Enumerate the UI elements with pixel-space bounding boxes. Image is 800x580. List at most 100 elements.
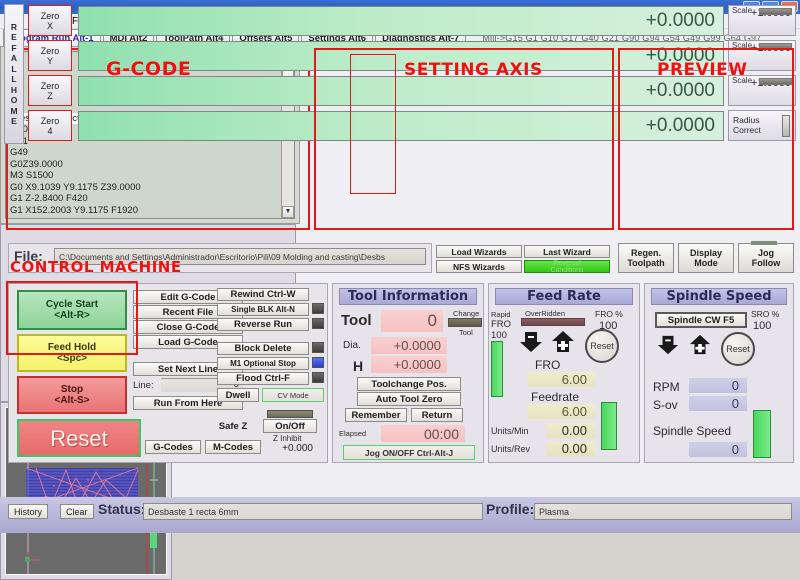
feed-hold-button[interactable]: Feed Hold <Spc>: [17, 334, 127, 372]
axis-annotation-label: SETTING AXIS: [404, 60, 543, 80]
change-tool-bottom-label: Tool: [459, 328, 473, 337]
last-wizard-button[interactable]: Last Wizard: [524, 245, 610, 258]
block-delete-button[interactable]: Block Delete: [217, 342, 309, 355]
tool-information-panel: Tool Information Tool 0 Change Tool Dia.…: [332, 283, 484, 463]
scale-slider-x[interactable]: [759, 8, 792, 15]
plus-house-icon[interactable]: [689, 334, 711, 356]
gcode-line[interactable]: G1 X152.2003 Y9.1175 F1920: [8, 205, 280, 217]
overridden-bar: [521, 318, 585, 326]
sov-label: S-ov: [653, 398, 678, 412]
spindle-speed-title: Spindle Speed: [651, 288, 787, 305]
dro-4[interactable]: +0.0000: [78, 111, 724, 141]
arrow-down-icon[interactable]: [657, 334, 679, 356]
block-delete-led: [312, 342, 324, 353]
zero-4-button[interactable]: Zero 4: [28, 110, 72, 141]
units-min-label: Units/Min: [491, 426, 529, 436]
rewind-button[interactable]: Rewind Ctrl-W: [217, 288, 309, 301]
gcode-line[interactable]: G0 X9.1039 Y9.1175 Z39.0000: [8, 182, 280, 194]
fro-value[interactable]: 6.00: [527, 372, 595, 387]
plus-house-icon[interactable]: [551, 330, 575, 354]
dia-label: Dia.: [343, 340, 361, 351]
jog-toggle-button[interactable]: Jog ON/OFF Ctrl-Alt-J: [343, 445, 475, 460]
feed-rate-panel: Feed Rate OverRidden FRO % 100 Rapid FRO…: [488, 283, 640, 463]
feedrate-value[interactable]: 6.00: [527, 404, 595, 419]
feedrate-label: Feedrate: [531, 390, 580, 404]
arrow-down-icon[interactable]: [519, 330, 543, 354]
m1-optional-stop-button[interactable]: M1 Optional Stop: [217, 357, 309, 370]
zero-z-button[interactable]: Zero Z: [28, 75, 72, 106]
spindle-speed-label: Spindle Speed: [653, 424, 732, 438]
reset-button[interactable]: Reset: [17, 419, 141, 457]
h-value[interactable]: +0.0000: [371, 356, 447, 373]
on-off-button[interactable]: On/Off: [263, 419, 317, 433]
mcodes-button[interactable]: M-Codes: [205, 440, 261, 454]
statusbar: History Clear Status: Desbaste 1 recta 6…: [0, 497, 800, 533]
gcode-line[interactable]: M3 S1500: [8, 170, 280, 182]
single-block-button[interactable]: Single BLK Alt-N: [217, 303, 309, 316]
fro-reset-button[interactable]: Reset: [585, 329, 619, 363]
rpm-label: RPM: [653, 380, 680, 394]
sov-value[interactable]: 0: [689, 396, 747, 411]
gcode-annotation-label: G-CODE: [106, 58, 192, 80]
display-mode-button[interactable]: Display Mode: [678, 243, 734, 273]
m1-optional-stop-led: [312, 357, 324, 368]
reverse-run-button[interactable]: Reverse Run: [217, 318, 309, 331]
tool-value[interactable]: 0: [381, 310, 443, 332]
rapid-fro-value: 100: [491, 330, 507, 341]
elapsed-value: 00:00: [381, 425, 465, 442]
radius-correct-button[interactable]: Radius Correct: [728, 110, 796, 141]
jog-follow-button[interactable]: Jog Follow: [738, 241, 794, 273]
status-label: Status:: [98, 501, 146, 517]
cv-mode-button[interactable]: CV Mode: [262, 388, 324, 402]
regen-toolpath-button[interactable]: Regen. Toolpath: [618, 243, 674, 273]
rapid-fro-label: FRO: [491, 319, 512, 330]
scale-slider-y[interactable]: [759, 43, 792, 50]
scale-x[interactable]: Scale +1.0000: [728, 5, 796, 36]
z-inhibit-value[interactable]: +0.000: [263, 443, 317, 457]
wizards-row: Load Wizards Last Wizard NFS Wizards Rev…: [436, 243, 614, 274]
tool-information-title: Tool Information: [339, 288, 477, 305]
fro-percent-label: FRO %: [595, 309, 623, 319]
auto-tool-zero-button[interactable]: Auto Tool Zero: [357, 392, 461, 406]
dwell-button[interactable]: Dwell: [217, 388, 259, 402]
safe-z-label[interactable]: Safe Z: [209, 419, 257, 433]
chevron-down-icon[interactable]: ▼: [282, 206, 294, 218]
sro-reset-button[interactable]: Reset: [721, 332, 755, 366]
spindle-speed-value: 0: [689, 442, 747, 457]
remember-button[interactable]: Remember: [345, 408, 407, 422]
return-button[interactable]: Return: [411, 408, 463, 422]
change-tool-top-label: Change: [453, 309, 480, 318]
gcodes-button[interactable]: G-Codes: [145, 440, 201, 454]
reversal-conditions-button[interactable]: Reversal Conditions: [524, 260, 610, 274]
ref-all-home-button[interactable]: REF ALL HOME: [4, 4, 24, 144]
toolchange-pos-button[interactable]: Toolchange Pos.: [357, 377, 461, 391]
spindle-cw-button[interactable]: Spindle CW F5: [655, 312, 747, 328]
clear-button[interactable]: Clear: [60, 504, 94, 519]
dro-x[interactable]: +0.0000: [78, 6, 724, 36]
change-tool-bar: [448, 318, 482, 327]
sro-percent-value: 100: [753, 320, 772, 332]
history-button[interactable]: History: [8, 504, 49, 519]
stop-button[interactable]: Stop <Alt-S>: [17, 376, 127, 414]
cycle-start-button[interactable]: Cycle Start <Alt-R>: [17, 290, 127, 330]
view-buttons: Regen. Toolpath Display Mode Jog Follow: [618, 241, 794, 273]
dia-value[interactable]: +0.0000: [371, 337, 447, 354]
feedrate-bar: [601, 402, 617, 450]
gcode-line[interactable]: G1 Z-2.8400 F420: [8, 193, 280, 205]
units-rev-value: 0.00: [547, 441, 595, 456]
gcode-line[interactable]: G49: [8, 147, 280, 159]
scale-slider-z[interactable]: [759, 78, 792, 85]
z-inhibit-bar: [267, 410, 313, 418]
flood-button[interactable]: Flood Ctrl-F: [217, 372, 309, 385]
zero-x-button[interactable]: Zero X: [28, 5, 72, 36]
zero-y-button[interactable]: Zero Y: [28, 40, 72, 71]
load-wizards-button[interactable]: Load Wizards: [436, 245, 522, 258]
radius-correct-toggle[interactable]: [782, 115, 790, 137]
gcode-line[interactable]: G0Z39.0000: [8, 159, 280, 171]
dro-z[interactable]: +0.0000: [78, 76, 724, 106]
spindle-speed-panel: Spindle Speed Spindle CW F5 SRO % 100 Re…: [644, 283, 794, 463]
control-machine-annotation-label: CONTROL MACHINE: [10, 258, 182, 276]
axis-row-a: Zero 4 +0.0000 Radius Correct: [28, 110, 796, 143]
fro-label: FRO: [535, 358, 561, 372]
nfs-wizards-button[interactable]: NFS Wizards: [436, 260, 522, 273]
